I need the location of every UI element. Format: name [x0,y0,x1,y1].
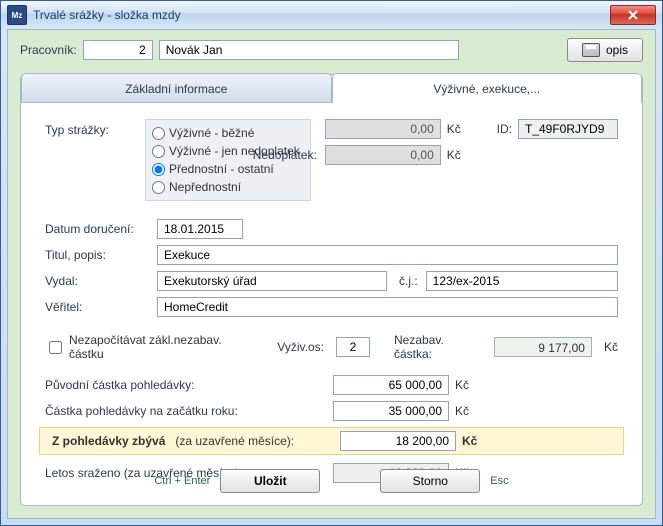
remaining-label: Z pohledávky zbývá [52,434,165,448]
amount-field: 0,00 [325,119,441,139]
close-icon [628,10,638,20]
radio-input-neprednostni[interactable] [152,181,165,194]
deduction-type-label: Typ strážky: [45,119,131,137]
original-amount-label: Původní částka pohledávky: [45,378,333,392]
tabstrip: Základní informace Výživné, exekuce,... [21,73,642,103]
original-amount-input[interactable] [333,375,449,395]
title-label: Titul, popis: [45,248,157,262]
print-button-label: opis [606,43,628,57]
cj-input[interactable] [426,271,618,291]
date-label: Datum doručení: [45,222,157,236]
creditor-input[interactable] [157,297,618,317]
printer-icon [582,43,600,57]
arrears-unit: Kč [447,148,461,162]
issued-label: Vydal: [45,274,157,288]
amount-unit: Kč [447,122,461,136]
arrears-label: Nedoplatek: [253,148,319,162]
employee-label: Pracovník: [20,43,77,57]
dependents-label: Vyživ.os: [277,340,324,354]
unseizable-label: Nezabav. částka: [394,333,483,361]
tab-alimony[interactable]: Výživné, exekuce,... [332,73,643,103]
cancel-button[interactable]: Storno [380,469,480,493]
unseizable-unit: Kč [604,340,618,354]
unseizable-amount: 9 177,00 [494,337,592,357]
radio-input-vyzivne-bezne[interactable] [152,127,165,140]
radio-vyzivne-bezne[interactable]: Výživné - běžné [152,124,300,142]
cj-label: č.j.: [399,274,418,288]
print-button[interactable]: opis [567,38,643,62]
tab-basic-info[interactable]: Základní informace [21,73,332,103]
creditor-label: Věřitel: [45,300,157,314]
remaining-amount-input[interactable] [340,431,456,451]
skip-min-checkbox-wrap[interactable]: Nezapočítávat zákl.nezabav. částku [45,333,253,361]
skip-min-checkbox[interactable] [49,341,62,354]
radio-input-prednostni[interactable] [152,163,165,176]
footer: Ctrl + Enter Uložit Storno Esc [21,461,642,501]
remaining-row: Z pohledávky zbývá (za uzavřené měsíce):… [39,427,624,455]
arrears-field: 0,00 [325,145,441,165]
employee-row: Pracovník: opis [8,30,655,70]
employee-name-input[interactable] [159,40,459,60]
window-title: Trvalé srážky - složka mzdy [33,8,181,22]
issued-input[interactable] [157,271,387,291]
cancel-hint: Esc [490,475,508,487]
year-start-amount-input[interactable] [333,401,449,421]
year-start-amount-label: Částka pohledávky na začátku roku: [45,404,333,418]
year-start-unit: Kč [455,404,469,418]
id-field [518,119,618,139]
date-input[interactable] [157,219,243,239]
client-area: Pracovník: opis Základní informace Výživ… [7,29,656,519]
employee-number-input[interactable] [83,40,153,60]
dependents-input[interactable] [336,337,370,357]
original-unit: Kč [455,378,469,392]
remaining-unit: Kč [462,434,477,448]
radio-input-vyzivne-nedoplatek[interactable] [152,145,165,158]
title-input[interactable] [157,245,618,265]
remaining-note: (za uzavřené měsíce): [175,434,294,448]
main-panel: Základní informace Výživné, exekuce,... … [20,74,643,506]
tab-body: Typ strážky: Výživné - běžné Výživné - j… [21,103,642,497]
titlebar: Mz Trvalé srážky - složka mzdy [1,1,662,29]
radio-neprednostni[interactable]: Nepřednostní [152,178,300,196]
app-icon: Mz [7,5,27,25]
close-button[interactable] [610,5,656,25]
skip-min-label: Nezapočítávat zákl.nezabav. částku [69,333,253,361]
app-window: Mz Trvalé srážky - složka mzdy Pracovník… [0,0,663,526]
save-button[interactable]: Uložit [220,469,320,493]
save-hint: Ctrl + Enter [154,475,210,487]
radio-prednostni[interactable]: Přednostní - ostatní [152,160,300,178]
id-label: ID: [497,122,512,136]
